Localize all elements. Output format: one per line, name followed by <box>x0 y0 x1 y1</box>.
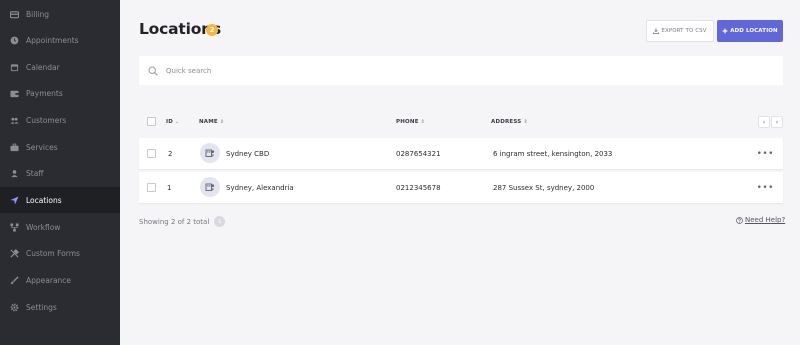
chevron-right-icon: › <box>775 118 779 126</box>
sidebar-item-label: Custom Forms <box>26 248 80 258</box>
sidebar-item-workflow[interactable]: Workflow <box>0 214 120 240</box>
plus-icon <box>722 28 728 34</box>
row-more-options-icon[interactable]: ••• <box>757 138 774 169</box>
prev-page-button[interactable]: ‹ <box>758 116 770 128</box>
column-header-address[interactable]: ADDRESS ⇕ <box>491 112 528 132</box>
tools-icon <box>10 248 19 258</box>
sidebar-item-appearance[interactable]: Appearance <box>0 267 120 293</box>
sidebar-item-label: Settings <box>26 302 57 312</box>
row-name: Sydney CBD <box>226 149 270 158</box>
sidebar-item-payments[interactable]: Payments <box>0 80 120 106</box>
sidebar-item-billing[interactable]: Billing <box>0 1 120 27</box>
chevron-left-icon: ‹ <box>762 118 766 126</box>
row-id: 1 <box>167 183 172 192</box>
row-more-options-icon[interactable]: ••• <box>757 172 774 203</box>
sidebar-item-customers[interactable]: Customers <box>0 107 120 133</box>
sidebar-item-label: Staff <box>26 168 44 178</box>
table-row[interactable]: 1 Sydney, Alexandria 0212345678 287 Suss… <box>139 172 783 203</box>
pagination-summary: Showing 2 of 2 total 1 <box>139 216 226 227</box>
sidebar-item-custom-forms[interactable]: Custom Forms <box>0 240 120 266</box>
add-location-button[interactable]: ADD LOCATION <box>717 20 783 42</box>
sidebar-item-staff[interactable]: Staff <box>0 160 120 186</box>
sort-icon: ⇕ <box>219 119 225 125</box>
column-label: ID <box>166 119 174 125</box>
sort-icon: ⇕ <box>420 119 426 125</box>
row-checkbox[interactable] <box>147 183 156 192</box>
location-avatar <box>200 143 220 163</box>
export-csv-button[interactable]: EXPORT TO CSV <box>646 20 714 42</box>
column-label: NAME <box>199 119 218 125</box>
search-icon <box>148 65 158 76</box>
sidebar: Billing Appointments Calendar Payments C… <box>0 0 120 345</box>
sidebar-item-label: Locations <box>26 195 62 205</box>
sidebar-item-label: Workflow <box>26 222 61 232</box>
row-address: 6 ingram street, kensington, 2033 <box>493 149 613 158</box>
sort-icon: ⇕ <box>523 119 528 125</box>
briefcase-icon <box>10 143 19 152</box>
sidebar-item-label: Appointments <box>26 35 79 45</box>
users-icon <box>10 116 19 125</box>
row-address: 287 Sussex St, sydney, 2000 <box>493 183 595 192</box>
next-page-button[interactable]: › <box>771 116 783 128</box>
sidebar-item-label: Payments <box>26 88 63 98</box>
row-checkbox[interactable] <box>147 149 156 158</box>
sidebar-item-settings[interactable]: Settings <box>0 294 120 320</box>
select-all-checkbox[interactable] <box>147 117 156 126</box>
download-icon <box>653 28 660 34</box>
wallet-icon <box>10 89 19 98</box>
add-location-label: ADD LOCATION <box>730 28 778 34</box>
location-arrow-icon <box>10 195 19 205</box>
column-header-id[interactable]: ID ⌄ <box>166 112 179 132</box>
table-header: ID ⌄ NAME ⇕ PHONE ⇕ ADDRESS ⇕ ‹ › <box>139 112 783 132</box>
showing-text: Showing 2 of 2 total <box>139 217 210 226</box>
row-phone: 0287654321 <box>396 149 441 158</box>
sidebar-item-label: Services <box>26 142 58 152</box>
sidebar-item-label: Calendar <box>26 62 60 72</box>
location-building-icon <box>205 149 215 157</box>
page-number-button[interactable]: 1 <box>214 216 226 227</box>
column-header-name[interactable]: NAME ⇕ <box>199 112 224 132</box>
help-circle-icon <box>736 216 743 224</box>
need-help-link[interactable]: Need Help? <box>736 216 785 224</box>
column-header-phone[interactable]: PHONE ⇕ <box>396 112 425 132</box>
workflow-icon <box>10 222 19 232</box>
clock-icon <box>10 36 19 45</box>
row-name: Sydney, Alexandria <box>226 183 294 192</box>
count-badge: 2 <box>206 24 218 36</box>
user-icon <box>10 169 19 178</box>
search-bar <box>139 56 783 85</box>
export-csv-label: EXPORT TO CSV <box>661 28 707 34</box>
need-help-label: Need Help? <box>745 216 786 224</box>
column-label: PHONE <box>396 119 419 125</box>
sidebar-item-label: Appearance <box>26 275 72 285</box>
column-label: ADDRESS <box>491 119 522 125</box>
sort-desc-icon: ⌄ <box>175 119 180 125</box>
sidebar-item-calendar[interactable]: Calendar <box>0 54 120 80</box>
location-avatar <box>200 177 220 197</box>
brush-icon <box>10 275 19 285</box>
sidebar-item-label: Customers <box>26 115 67 125</box>
sidebar-item-locations[interactable]: Locations <box>0 187 120 213</box>
location-building-icon <box>205 183 215 191</box>
gear-icon <box>10 303 19 312</box>
row-phone: 0212345678 <box>396 183 441 192</box>
row-id: 2 <box>168 149 173 158</box>
calendar-icon <box>10 63 19 72</box>
sidebar-item-services[interactable]: Services <box>0 134 120 160</box>
sidebar-item-label: Billing <box>26 9 49 19</box>
sidebar-item-appointments[interactable]: Appointments <box>0 27 120 53</box>
table-row[interactable]: 2 Sydney CBD 0287654321 6 ingram street,… <box>139 138 783 169</box>
card-icon <box>10 10 19 19</box>
search-input[interactable] <box>166 66 726 75</box>
